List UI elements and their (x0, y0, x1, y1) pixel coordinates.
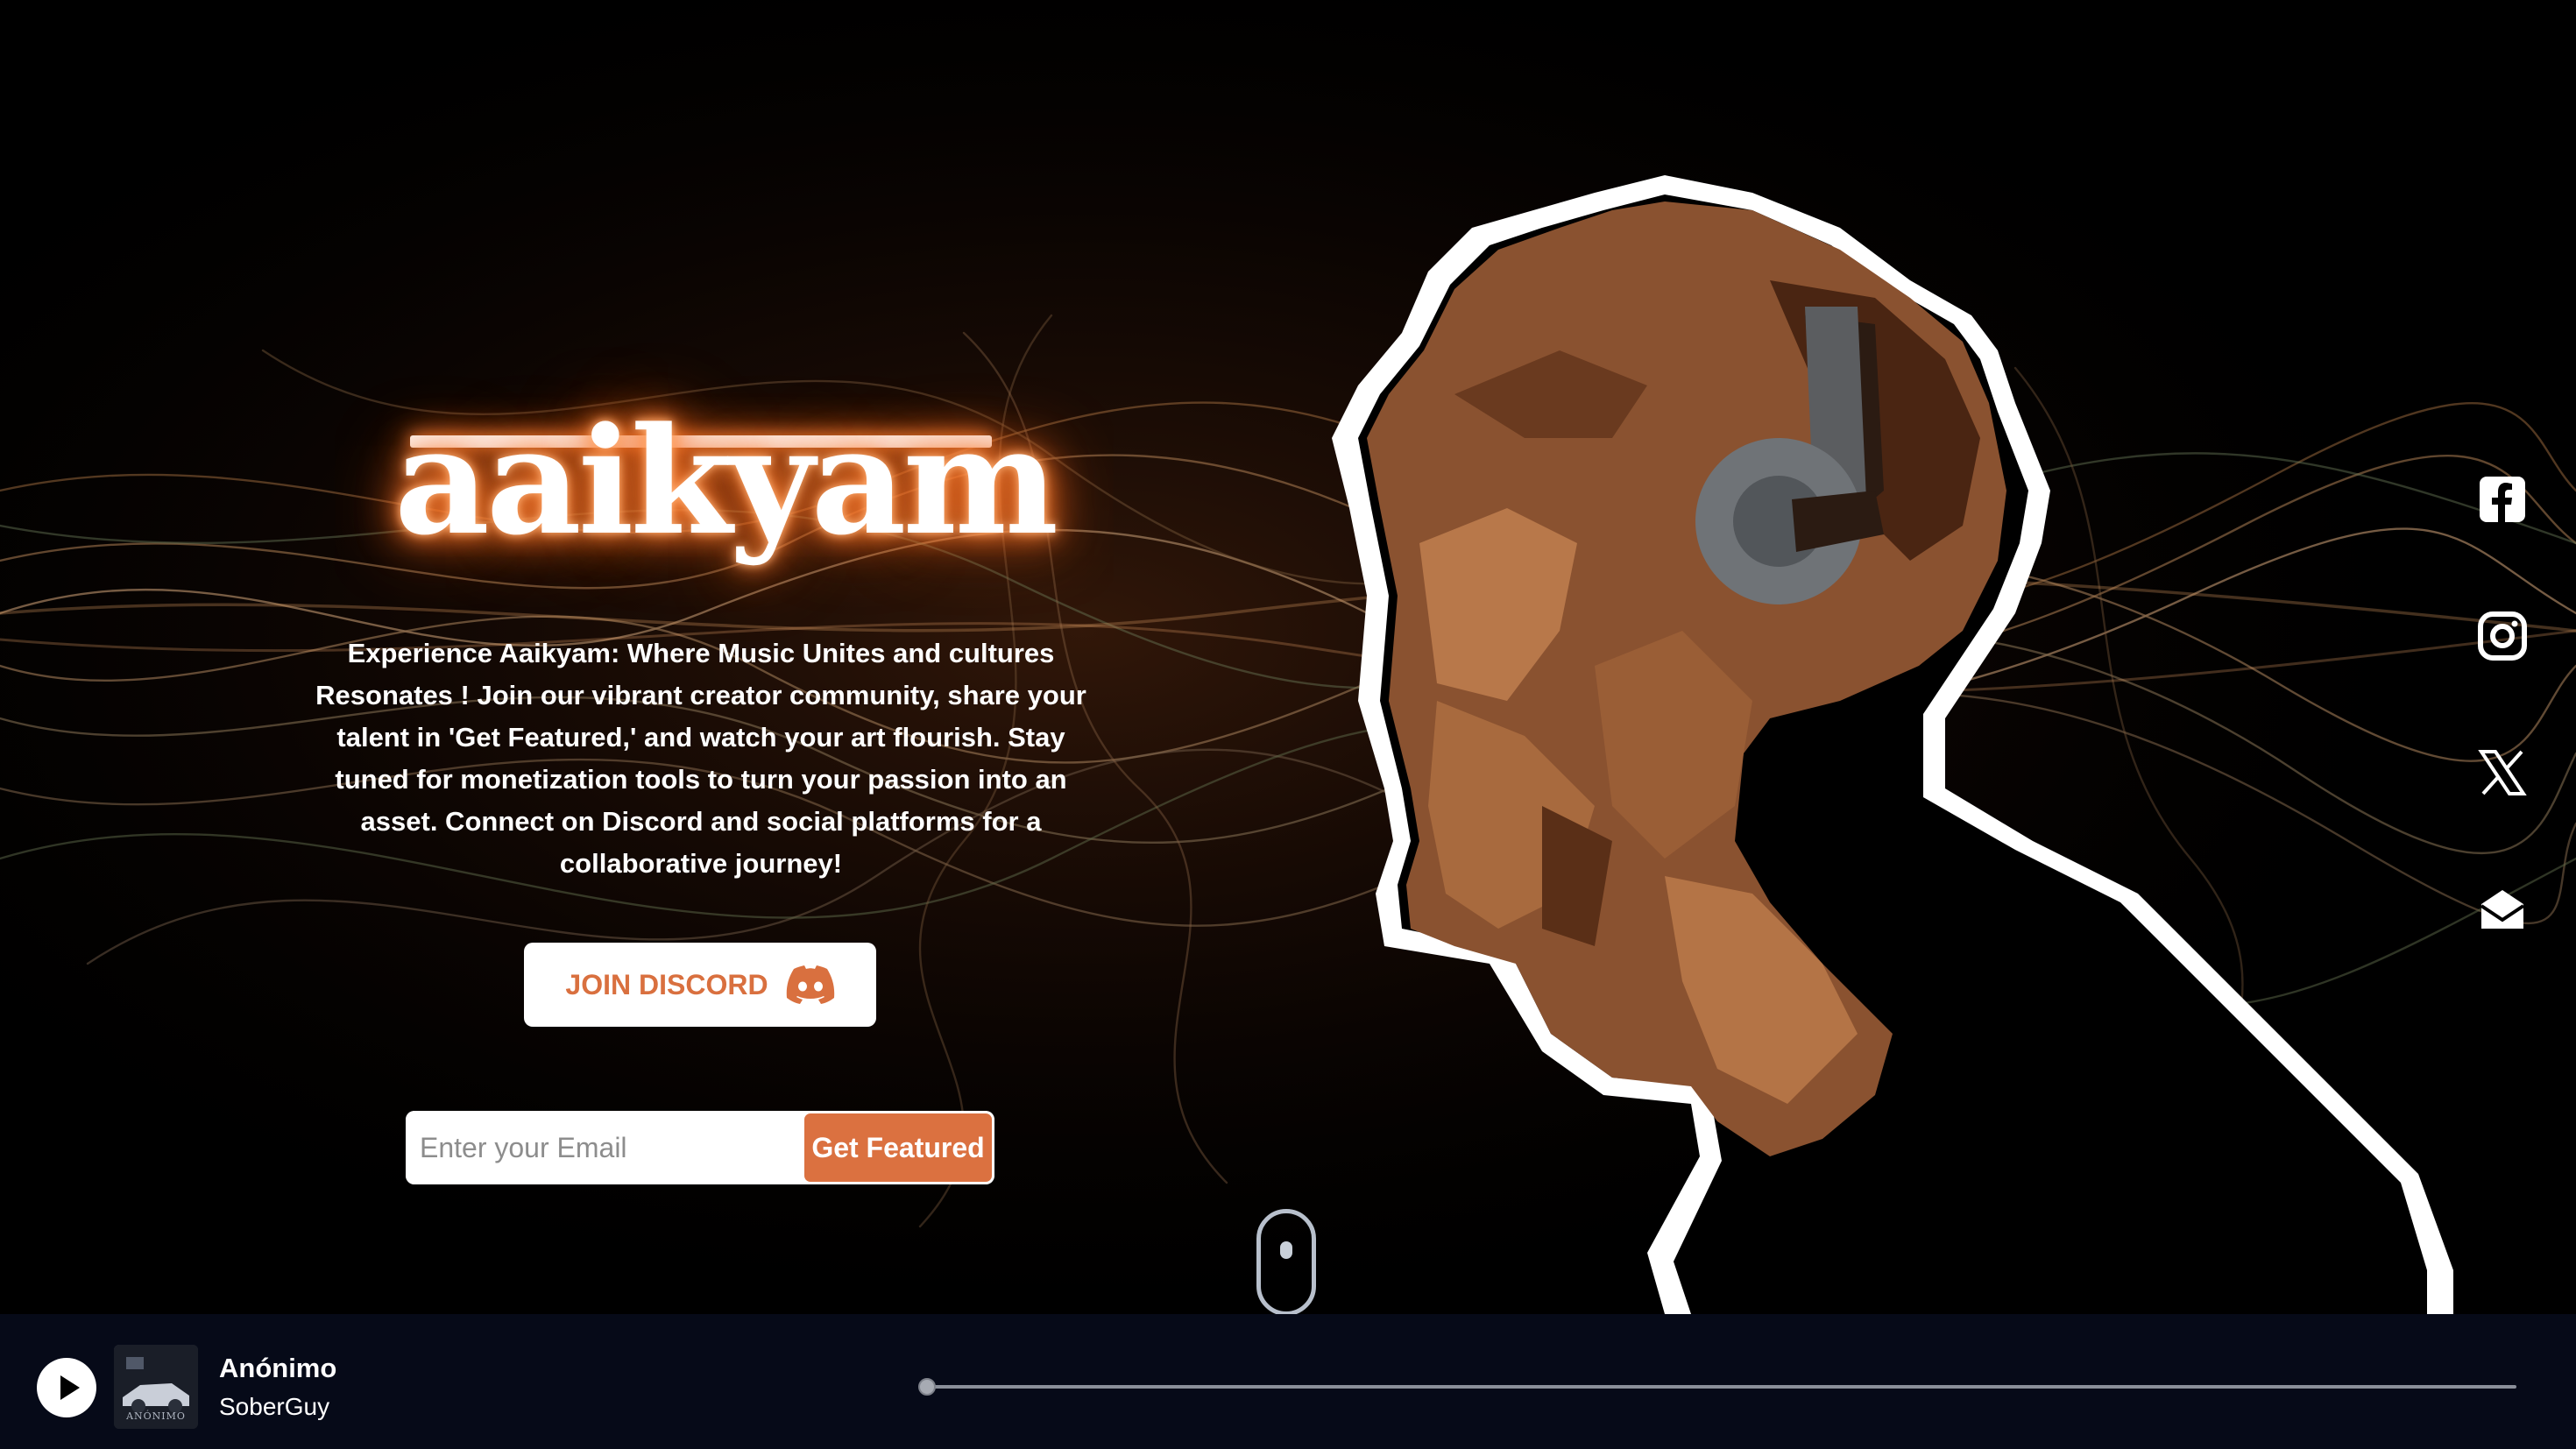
logo: aaikyam (394, 359, 1058, 604)
join-discord-button[interactable]: JOIN DISCORD (524, 943, 876, 1027)
play-button[interactable] (37, 1358, 96, 1417)
music-player-bar (0, 1314, 2576, 1449)
album-cover-label: ANÓNIMO (126, 1410, 186, 1422)
get-featured-form: Get Featured (406, 1111, 994, 1184)
instagram-icon (2478, 611, 2527, 661)
facebook-link[interactable] (2476, 473, 2529, 526)
get-featured-button[interactable]: Get Featured (802, 1111, 994, 1184)
email-input[interactable] (406, 1111, 802, 1184)
track-title: Anónimo (219, 1353, 337, 1383)
headphone-portrait-illustration (1332, 175, 2453, 1314)
facebook-icon (2480, 477, 2525, 522)
progress-thumb[interactable] (918, 1378, 936, 1396)
progress-bar[interactable] (927, 1385, 2516, 1389)
logo-text: aaikyam (394, 394, 1058, 568)
discord-icon (786, 965, 834, 1004)
hero-description: Experience Aaikyam: Where Music Unites a… (315, 638, 1086, 879)
email-link[interactable] (2476, 883, 2529, 936)
hero-section: aaikyam Experience Aaikyam: Where Music … (0, 0, 2576, 1314)
album-cover: ANÓNIMO (114, 1345, 198, 1429)
landing-page: aaikyam Experience Aaikyam: Where Music … (0, 0, 2576, 1449)
instagram-link[interactable] (2476, 610, 2529, 662)
play-icon (60, 1375, 80, 1400)
x-link[interactable] (2476, 746, 2529, 799)
x-icon (2478, 750, 2527, 795)
join-discord-label: JOIN DISCORD (565, 968, 768, 1000)
track-artist: SoberGuy (219, 1393, 330, 1420)
mail-open-icon (2480, 890, 2525, 929)
